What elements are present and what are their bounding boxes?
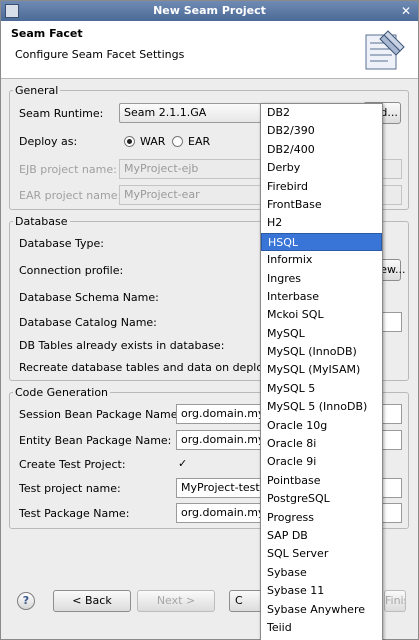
test-package-name-label: Test Package Name: [19, 507, 130, 520]
dropdown-option[interactable]: Interbase [261, 288, 382, 306]
new-seam-project-dialog: New Seam Project ✕ Seam Facet Configure … [0, 0, 419, 640]
database-catalog-label: Database Catalog Name: [19, 316, 157, 329]
database-schema-input-tail[interactable] [382, 312, 402, 332]
dropdown-option[interactable]: MySQL 5 (InnoDB) [261, 398, 382, 416]
ear-project-input[interactable]: MyProject-ear [119, 185, 261, 205]
dropdown-option[interactable]: Oracle 8i [261, 435, 382, 453]
seam-runtime-label: Seam Runtime: [19, 107, 104, 120]
dropdown-option[interactable]: DB2/390 [261, 122, 382, 140]
war-radio[interactable] [124, 136, 135, 147]
create-test-project-label: Create Test Project: [19, 458, 126, 471]
entity-bean-input[interactable]: org.domain.my [176, 430, 261, 450]
ear-radio[interactable] [172, 136, 183, 147]
general-legend: General [15, 84, 59, 97]
ear-label: EAR [188, 135, 211, 148]
help-icon[interactable]: ? [17, 592, 35, 610]
database-type-label: Database Type: [19, 237, 104, 250]
dropdown-option[interactable]: MySQL (MyISAM) [261, 361, 382, 379]
test-package-name-input-tail[interactable] [382, 503, 402, 523]
recreate-tables-label: Recreate database tables and data on dep… [19, 361, 273, 374]
entity-bean-input-tail[interactable] [382, 430, 402, 450]
dropdown-option[interactable]: Informix [261, 251, 382, 269]
test-project-name-label: Test project name: [19, 482, 121, 495]
dropdown-option[interactable]: Oracle 9i [261, 453, 382, 471]
dropdown-option[interactable]: Sybase 11 [261, 582, 382, 600]
dropdown-option[interactable]: Pointbase [261, 472, 382, 490]
db-tables-exist-label: DB Tables already exists in database: [19, 339, 225, 352]
ejb-project-input-tail [382, 159, 402, 179]
ejb-project-input[interactable]: MyProject-ejb [119, 159, 261, 179]
ear-project-label: EAR project name: [19, 189, 122, 202]
dropdown-option[interactable]: Teiid [261, 619, 382, 637]
finish-button[interactable]: Finish [384, 590, 406, 612]
test-package-name-input[interactable]: org.domain.my [176, 503, 261, 523]
deploy-as-label: Deploy as: [19, 135, 78, 148]
database-type-dropdown-list[interactable]: DB2 DB2/390 DB2/400 Derby Firebird FrontBase H… [260, 103, 383, 640]
window-icon [5, 4, 19, 18]
create-test-project-checkbox[interactable]: ✓ [178, 457, 187, 470]
seam-wizard-icon [365, 30, 405, 70]
dropdown-option[interactable]: Firebird [261, 178, 382, 196]
database-legend: Database [15, 215, 68, 228]
dropdown-option[interactable]: SAP DB [261, 527, 382, 545]
dropdown-option[interactable]: PostgreSQL [261, 490, 382, 508]
title-bar: New Seam Project ✕ [1, 1, 418, 21]
page-subtitle: Configure Seam Facet Settings [15, 48, 185, 61]
page-title: Seam Facet [11, 27, 83, 40]
session-bean-label: Session Bean Package Name: [19, 408, 182, 421]
session-bean-input[interactable]: org.domain.my [176, 404, 261, 424]
war-label: WAR [140, 135, 166, 148]
test-project-name-input-tail[interactable] [382, 478, 402, 498]
test-project-name-input[interactable]: MyProject-test [176, 478, 261, 498]
close-icon[interactable]: ✕ [399, 4, 413, 18]
code-generation-legend: Code Generation [15, 386, 109, 399]
back-button[interactable]: < Back [53, 590, 131, 612]
next-button[interactable]: Next > [137, 590, 215, 612]
entity-bean-label: Entity Bean Package Name: [19, 434, 172, 447]
dropdown-option[interactable]: MySQL (InnoDB) [261, 343, 382, 361]
dropdown-option[interactable]: FrontBase [261, 196, 382, 214]
connection-profile-label: Connection profile: [19, 264, 124, 277]
dropdown-option[interactable]: SQL Server [261, 545, 382, 563]
dropdown-option[interactable]: MySQL [261, 325, 382, 343]
dropdown-option[interactable]: DB2/400 [261, 141, 382, 159]
window-title: New Seam Project [153, 4, 266, 17]
ear-project-input-tail [382, 185, 402, 205]
dropdown-option[interactable]: MySQL 5 [261, 380, 382, 398]
dropdown-option[interactable]: Derby [261, 159, 382, 177]
wizard-header: Seam Facet Configure Seam Facet Settings [1, 21, 418, 79]
dropdown-option[interactable]: H2 [261, 214, 382, 232]
session-bean-input-tail[interactable] [382, 404, 402, 424]
database-schema-label: Database Schema Name: [19, 291, 159, 304]
dropdown-option[interactable]: Oracle 10g [261, 417, 382, 435]
dropdown-option[interactable]: Mckoi SQL [261, 306, 382, 324]
dropdown-option[interactable]: HSQL [261, 232, 382, 252]
dropdown-option[interactable]: Sybase Anywhere [261, 601, 382, 619]
dropdown-option[interactable]: Ingres [261, 270, 382, 288]
dropdown-option[interactable]: Sybase [261, 564, 382, 582]
seam-runtime-select[interactable]: Seam 2.1.1.GA [119, 103, 261, 123]
dropdown-option[interactable]: DB2 [261, 104, 382, 122]
dropdown-option[interactable]: Progress [261, 509, 382, 527]
ejb-project-label: EJB project name: [19, 163, 117, 176]
